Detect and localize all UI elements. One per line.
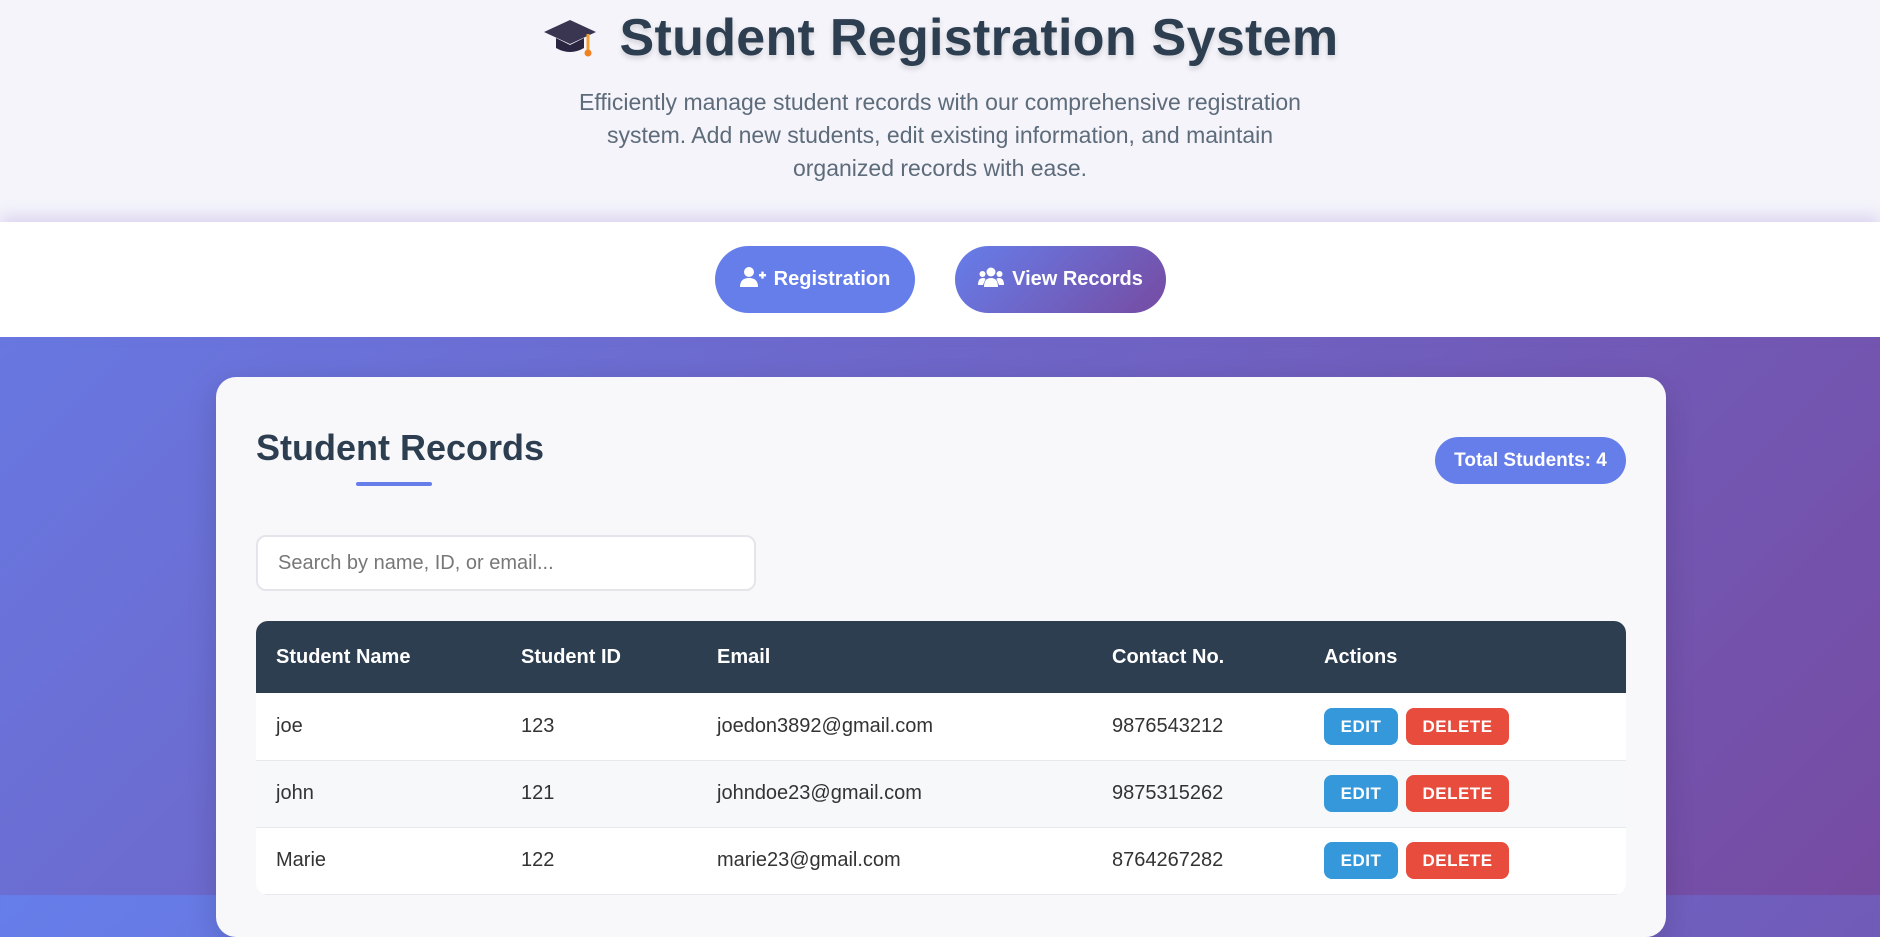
registration-button[interactable]: Registration [715,246,915,313]
registration-label: Registration [773,268,891,290]
total-students-badge: Total Students: 4 [1435,437,1626,484]
student-records-card: Student Records Total Students: 4 Studen… [216,377,1666,937]
table-row: Marie 122 marie23@gmail.com 8764267282 E… [256,827,1626,894]
users-icon [978,266,1005,294]
view-records-button[interactable]: View Records [955,246,1166,313]
table-row: joe 123 joedon3892@gmail.com 9876543212 … [256,693,1626,760]
student-contact-cell: 9875315262 [1112,782,1224,804]
records-title: Student Records [256,427,545,468]
table-row: john 121 johndoe23@gmail.com 9875315262 … [256,760,1626,827]
student-id-cell: 121 [521,782,555,804]
student-name-cell: john [276,782,314,804]
hero-header: Student Registration System Efficiently … [0,0,1880,222]
page-title-row: Student Registration System [0,8,1880,68]
actions-cell: EDIT DELETE [1304,827,1626,894]
page-title: Student Registration System [619,9,1339,67]
delete-button[interactable]: DELETE [1406,707,1509,745]
column-header-actions: Actions [1324,645,1398,668]
records-table: Student Name Student ID Email Contact No… [256,621,1626,895]
page-subtitle: Efficiently manage student records with … [579,89,1301,181]
student-email-cell: johndoe23@gmail.com [717,782,922,804]
user-plus-icon [739,266,766,294]
delete-button[interactable]: DELETE [1406,775,1509,812]
delete-button[interactable]: DELETE [1406,842,1509,879]
nav-bar: Registration View Records [0,222,1880,337]
student-id-cell: 123 [521,714,555,737]
column-header-contact: Contact No. [1112,645,1225,668]
title-underline [356,482,432,486]
student-name-cell: joe [276,714,303,737]
edit-button[interactable]: EDIT [1324,775,1398,812]
column-header-id: Student ID [521,645,621,668]
student-contact-cell: 9876543212 [1112,714,1224,737]
column-header-email: Email [717,645,771,668]
table-header-row: Student Name Student ID Email Contact No… [256,621,1626,693]
view-records-label: View Records [1012,268,1143,290]
actions-cell: EDIT DELETE [1304,760,1626,827]
actions-cell: EDIT DELETE [1304,693,1626,760]
student-email-cell: marie23@gmail.com [717,849,901,871]
edit-button[interactable]: EDIT [1324,707,1398,745]
student-name-cell: Marie [276,849,327,871]
graduation-cap-icon [542,10,598,66]
column-header-name: Student Name [276,645,411,668]
student-email-cell: joedon3892@gmail.com [717,714,933,737]
student-contact-cell: 8764267282 [1112,849,1224,871]
student-id-cell: 122 [521,849,555,871]
edit-button[interactable]: EDIT [1324,842,1398,879]
search-input[interactable] [256,535,756,591]
